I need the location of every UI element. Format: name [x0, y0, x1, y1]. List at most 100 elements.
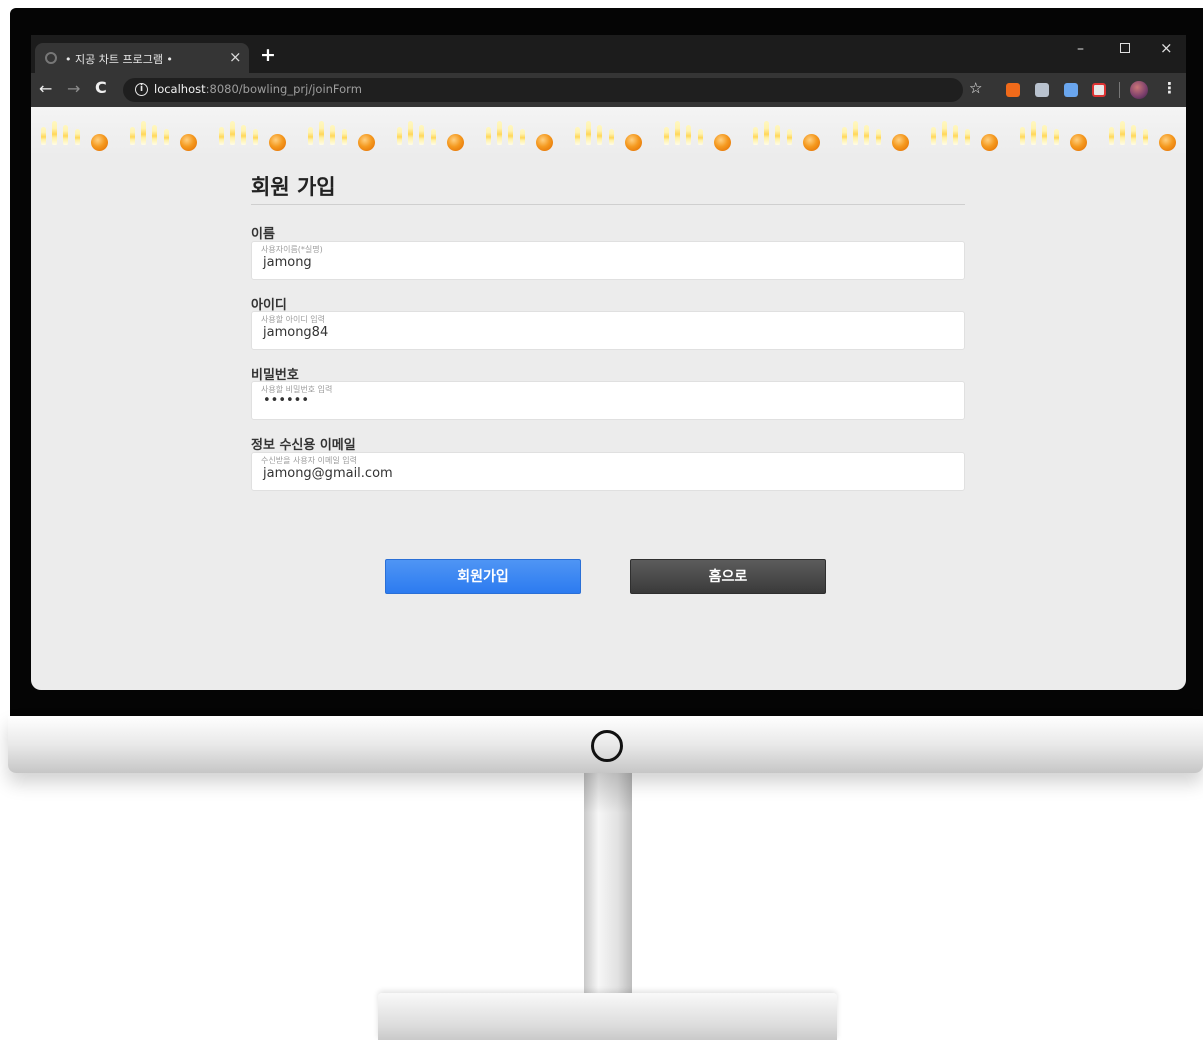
- bowling-pin-icon: [241, 125, 246, 145]
- bowling-decoration: [1014, 119, 1104, 155]
- back-arrow-icon[interactable]: ←: [39, 79, 52, 98]
- url-path: :8080/bowling_prj/joinForm: [205, 82, 362, 96]
- bowling-decoration: [124, 119, 214, 155]
- home-button[interactable]: 홈으로: [630, 559, 826, 594]
- name-label: 이름: [251, 227, 275, 242]
- join-button[interactable]: 회원가입: [385, 559, 581, 594]
- bowling-ball-icon: [625, 134, 642, 151]
- browser-toolbar: ← → C i localhost:8080/bowling_prj/joinF…: [31, 73, 1186, 107]
- bowling-pin-icon: [787, 129, 792, 145]
- bookmark-star-icon[interactable]: ☆: [969, 79, 982, 97]
- name-value[interactable]: jamong: [263, 255, 312, 270]
- globe-icon: [45, 52, 57, 64]
- bowling-pin-icon: [164, 129, 169, 145]
- bowling-pin-icon: [864, 125, 869, 145]
- bowling-pin-icon: [508, 125, 513, 145]
- bowling-pin-icon: [764, 121, 769, 145]
- bowling-pin-icon: [931, 127, 936, 145]
- new-tab-button[interactable]: +: [260, 44, 276, 66]
- bowling-pin-icon: [609, 129, 614, 145]
- close-window-button[interactable]: ×: [1160, 39, 1173, 57]
- title-divider: [251, 204, 965, 205]
- bowling-ball-icon: [358, 134, 375, 151]
- password-field[interactable]: 사용할 비밀번호 입력 ••••••: [251, 381, 965, 420]
- reload-icon[interactable]: C: [95, 78, 107, 97]
- page-title: 회원 가입: [251, 175, 336, 199]
- bowling-pin-icon: [308, 127, 313, 145]
- bowling-pin-icon: [597, 125, 602, 145]
- bowling-ball-icon: [1159, 134, 1176, 151]
- email-field[interactable]: 수신받을 사용자 이메일 입력 jamong@gmail.com: [251, 452, 965, 491]
- bowling-pin-icon: [141, 121, 146, 145]
- monitor-mockup: • 지공 차트 프로그램 • × + – × ← → C i localhost…: [0, 0, 1203, 1040]
- bowling-pin-icon: [230, 121, 235, 145]
- bowling-pin-icon: [953, 125, 958, 145]
- bowling-decoration: [925, 119, 1015, 155]
- bowling-pin-icon: [586, 121, 591, 145]
- bowling-pin-icon: [419, 125, 424, 145]
- forward-arrow-icon[interactable]: →: [67, 79, 80, 98]
- id-placeholder: 사용할 아이디 입력: [261, 315, 325, 324]
- browser-window: • 지공 차트 프로그램 • × + – × ← → C i localhost…: [31, 35, 1186, 690]
- bowling-pin-icon: [1143, 129, 1148, 145]
- bowling-pin-icon: [130, 127, 135, 145]
- bowling-ball-icon: [803, 134, 820, 151]
- menu-kebab-icon[interactable]: ⋮: [1162, 79, 1177, 97]
- bowling-ball-icon: [180, 134, 197, 151]
- password-value[interactable]: ••••••: [263, 393, 309, 408]
- maximize-button[interactable]: [1120, 43, 1130, 53]
- url-text[interactable]: localhost:8080/bowling_prj/joinForm: [154, 82, 362, 96]
- bowling-ball-icon: [536, 134, 553, 151]
- ext-blue-icon[interactable]: [1064, 83, 1078, 97]
- browser-tab[interactable]: • 지공 차트 프로그램 • ×: [35, 43, 249, 73]
- email-value[interactable]: jamong@gmail.com: [263, 466, 393, 481]
- bowling-pin-icon: [253, 129, 258, 145]
- bowling-decoration: [836, 119, 926, 155]
- bowling-pin-icon: [1031, 121, 1036, 145]
- bowling-pin-icon: [1131, 125, 1136, 145]
- bowling-pin-icon: [1054, 129, 1059, 145]
- bowling-pin-icon: [698, 129, 703, 145]
- ext-red-icon[interactable]: [1092, 83, 1106, 97]
- bowling-pin-icon: [775, 125, 780, 145]
- bowling-pin-icon: [664, 127, 669, 145]
- id-value[interactable]: jamong84: [263, 325, 328, 340]
- bowling-pin-icon: [431, 129, 436, 145]
- bowling-ball-icon: [269, 134, 286, 151]
- address-bar[interactable]: i localhost:8080/bowling_prj/joinForm: [123, 78, 963, 102]
- bowling-pin-icon: [41, 127, 46, 145]
- bowling-pin-icon: [152, 125, 157, 145]
- bowling-pin-icon: [497, 121, 502, 145]
- bowling-decoration: [658, 119, 748, 155]
- info-icon[interactable]: i: [135, 83, 148, 96]
- bowling-pin-icon: [942, 121, 947, 145]
- bowling-ball-icon: [714, 134, 731, 151]
- bowling-ball-icon: [892, 134, 909, 151]
- ext-gray-icon[interactable]: [1035, 83, 1049, 97]
- bowling-pin-icon: [319, 121, 324, 145]
- bowling-pin-icon: [486, 127, 491, 145]
- bowling-pin-icon: [408, 121, 413, 145]
- bowling-pin-icon: [753, 127, 758, 145]
- bowling-pin-icon: [853, 121, 858, 145]
- name-placeholder: 사용자이름(*실명): [261, 245, 323, 254]
- minimize-button[interactable]: –: [1077, 41, 1084, 57]
- stand-shadow: [584, 773, 632, 813]
- tab-close-icon[interactable]: ×: [229, 48, 242, 66]
- bowling-pin-icon: [520, 129, 525, 145]
- bowling-decoration: [569, 119, 659, 155]
- bowling-decoration: [1103, 119, 1186, 155]
- bowling-ball-icon: [1070, 134, 1087, 151]
- tab-title: • 지공 차트 프로그램 •: [65, 53, 173, 66]
- profile-avatar[interactable]: [1130, 81, 1148, 99]
- ext-orange-icon[interactable]: [1006, 83, 1020, 97]
- bowling-pin-icon: [219, 127, 224, 145]
- bowling-pin-icon: [686, 125, 691, 145]
- monitor-stand-base: [378, 993, 837, 1040]
- name-field[interactable]: 사용자이름(*실명) jamong: [251, 241, 965, 280]
- id-field[interactable]: 사용할 아이디 입력 jamong84: [251, 311, 965, 350]
- bowling-pin-icon: [1109, 127, 1114, 145]
- bowling-pin-icon: [876, 129, 881, 145]
- bowling-ball-icon: [91, 134, 108, 151]
- tab-strip: • 지공 차트 프로그램 • × + – ×: [31, 35, 1186, 73]
